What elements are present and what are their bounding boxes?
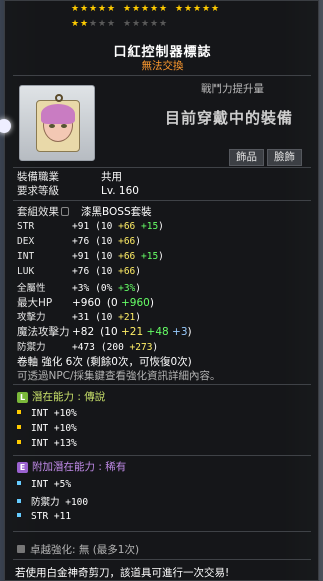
footer-note: 若使用白金神奇剪刀，該道具可進行一次交易! bbox=[15, 567, 230, 579]
star-empty-icon: ★ bbox=[98, 19, 107, 29]
potential-line: INT +10% bbox=[17, 407, 77, 419]
trade-status: 無法交換 bbox=[141, 60, 184, 72]
star-icon: ★ bbox=[193, 4, 202, 14]
stat-row: 攻擊力 +31 (10 +21) bbox=[17, 312, 141, 324]
divider bbox=[13, 384, 311, 385]
star-empty-icon: ★ bbox=[123, 19, 132, 29]
star-icon: ★ bbox=[184, 4, 193, 14]
item-icon bbox=[19, 85, 95, 161]
star-icon: ★ bbox=[80, 19, 89, 29]
req-job-row: 裝備職業 共用 bbox=[17, 171, 122, 183]
exceptional-icon bbox=[17, 545, 25, 553]
stat-row: INT +91 (10 +66 +15) bbox=[17, 250, 164, 262]
divider bbox=[13, 455, 311, 456]
bonus-potential-line: INT +5% bbox=[17, 478, 71, 490]
star-empty-icon: ★ bbox=[107, 19, 116, 29]
star-icon: ★ bbox=[175, 4, 184, 14]
star-force-rating: ★ ★ ★ ★ ★ ★ ★ ★ ★ ★ ★ ★ ★ ★ ★ ★ ★ ★ ★ ★ ★ ★ ★ ★ ★ bbox=[71, 4, 261, 34]
star-row-2: ★ ★ ★ ★ ★ ★ ★ ★ ★ ★ bbox=[71, 19, 261, 30]
set-effect-row[interactable]: 套組效果 漆黑BOSS套裝 bbox=[17, 204, 152, 219]
req-level-row: 要求等級 Lv. 160 bbox=[17, 185, 139, 197]
potential-line: INT +10% bbox=[17, 422, 77, 434]
potential-header: L 潛在能力 : 傳說 bbox=[17, 389, 105, 404]
tag-face-icon bbox=[36, 94, 80, 154]
exceptional-row: 卓越強化: 無 (最多1次) bbox=[17, 542, 139, 557]
category-accessory: 飾品 bbox=[229, 149, 264, 166]
scroll-upgrade: 卷軸 強化 6次 (剩餘0次，可恢復0次) bbox=[17, 356, 192, 368]
star-icon: ★ bbox=[123, 4, 132, 14]
star-empty-icon: ★ bbox=[89, 19, 98, 29]
potential-line: INT +13% bbox=[17, 437, 77, 449]
stat-row: LUK +76 (10 +66) bbox=[17, 265, 141, 277]
item-tooltip: ★ ★ ★ ★ ★ ★ ★ ★ ★ ★ ★ ★ ★ ★ ★ ★ ★ ★ ★ ★ ★ ★ ★ ★ ★ 口紅控制器標誌 無法… bbox=[0, 0, 319, 581]
star-empty-icon: ★ bbox=[141, 19, 150, 29]
star-row-1: ★ ★ ★ ★ ★ ★ ★ ★ ★ ★ ★ ★ ★ ★ ★ bbox=[71, 4, 261, 15]
star-icon: ★ bbox=[71, 19, 80, 29]
legendary-badge-icon: L bbox=[17, 392, 28, 403]
star-icon: ★ bbox=[89, 4, 98, 14]
scroll-info: 可透過NPC/採集鍵查看強化資訊詳細內容。 bbox=[17, 370, 221, 382]
star-icon: ★ bbox=[150, 4, 159, 14]
stat-row: DEX +76 (10 +66) bbox=[17, 235, 141, 247]
divider bbox=[13, 75, 311, 76]
stat-row: 魔法攻擊力 +82 (10 +21 +48 +3) bbox=[17, 326, 192, 339]
divider bbox=[13, 200, 311, 201]
set-info-icon[interactable] bbox=[61, 207, 69, 216]
epic-badge-icon: E bbox=[17, 462, 28, 473]
bonus-potential-line: 防禦力 +100 bbox=[17, 494, 88, 508]
stat-row: 全屬性 +3% (0% +3%) bbox=[17, 282, 141, 294]
category-face: 臉飾 bbox=[267, 149, 302, 166]
star-icon: ★ bbox=[107, 4, 116, 14]
divider bbox=[13, 531, 311, 532]
star-empty-icon: ★ bbox=[159, 19, 168, 29]
sparkle-icon bbox=[0, 119, 11, 133]
star-icon: ★ bbox=[141, 4, 150, 14]
star-icon: ★ bbox=[98, 4, 107, 14]
divider bbox=[13, 559, 311, 560]
star-icon: ★ bbox=[202, 4, 211, 14]
bonus-potential-line: STR +11 bbox=[17, 510, 71, 522]
stat-row: 最大HP +960 (0 +960) bbox=[17, 296, 154, 309]
star-icon: ★ bbox=[132, 4, 141, 14]
bonus-potential-header: E 附加潛在能力 : 稀有 bbox=[17, 459, 126, 474]
star-icon: ★ bbox=[71, 4, 80, 14]
star-empty-icon: ★ bbox=[132, 19, 141, 29]
star-icon: ★ bbox=[80, 4, 89, 14]
stat-row: STR +91 (10 +66 +15) bbox=[17, 221, 164, 232]
star-empty-icon: ★ bbox=[150, 19, 159, 29]
star-icon: ★ bbox=[211, 4, 220, 14]
divider bbox=[13, 167, 311, 168]
stat-row: 防禦力 +473 (200 +273) bbox=[17, 342, 159, 354]
star-icon: ★ bbox=[159, 4, 168, 14]
equipped-label: 目前穿戴中的裝備 bbox=[165, 109, 294, 127]
power-increase-label: 戰鬥力提升量 bbox=[201, 83, 264, 95]
